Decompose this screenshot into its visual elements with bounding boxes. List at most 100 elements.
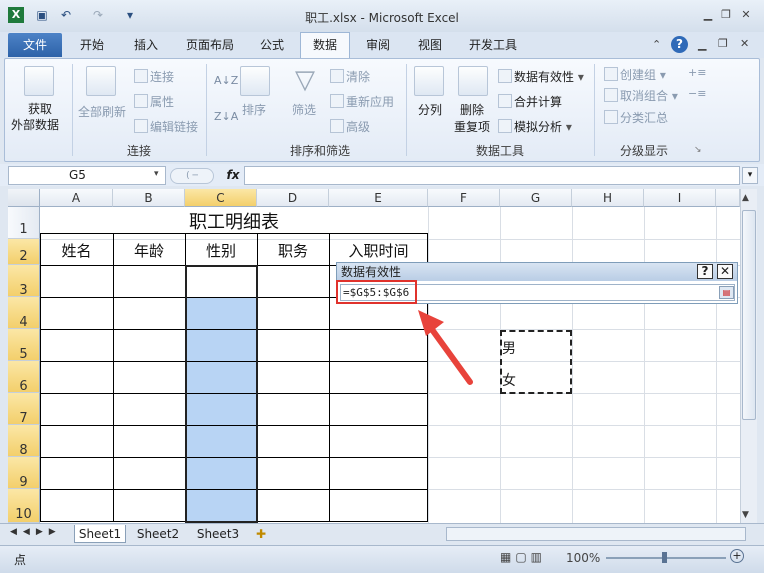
gridline (644, 207, 645, 523)
row-header-5[interactable]: 5 (8, 329, 40, 362)
connections-icon (134, 69, 148, 83)
tab-insert[interactable]: 插入 (124, 33, 168, 57)
row-header-6[interactable]: 6 (8, 361, 40, 394)
get-external-data-button[interactable]: 获取 (28, 100, 52, 117)
insert-sheet-icon[interactable]: ✚ (252, 525, 270, 543)
what-if-button[interactable]: 模拟分析 ▾ (498, 118, 572, 135)
remove-duplicates-button[interactable]: 删除 (460, 101, 484, 118)
insert-function-button[interactable]: fx (222, 166, 244, 185)
zoom-slider-thumb[interactable] (662, 552, 667, 563)
reapply-button[interactable]: 重新应用 (330, 93, 394, 110)
group-button[interactable]: 创建组 ▾ (604, 66, 666, 83)
ribbon-minimize-icon[interactable]: ▁ (698, 38, 706, 51)
name-box[interactable]: G5 (8, 166, 166, 185)
sheet-tab-1[interactable]: Sheet1 (74, 525, 126, 543)
tab-home[interactable]: 开始 (72, 33, 112, 57)
column-header-e[interactable]: E (329, 189, 428, 207)
red-arrow-annotation (418, 310, 473, 385)
tab-developer[interactable]: 开发工具 (462, 33, 524, 57)
sort-asc-icon[interactable]: A↓Z (214, 74, 238, 87)
dialog-help-button[interactable]: ? (697, 264, 713, 279)
sheet-tab-3[interactable]: Sheet3 (190, 525, 246, 543)
hide-detail-icon[interactable]: −≡ (688, 87, 706, 100)
filter-icon: ▽ (295, 65, 315, 95)
header-cell-name[interactable]: 姓名 (40, 240, 113, 261)
help-icon[interactable]: ? (671, 36, 688, 53)
row-header-10[interactable]: 10 (8, 489, 40, 523)
outline-launcher-icon[interactable]: ↘ (694, 145, 702, 155)
tab-file[interactable]: 文件 (8, 33, 62, 57)
column-header-next[interactable] (716, 189, 740, 207)
properties-button[interactable]: 属性 (134, 93, 174, 110)
advanced-button[interactable]: 高级 (330, 118, 370, 135)
ribbon-restore-icon[interactable]: ❐ (718, 37, 728, 50)
column-header-b[interactable]: B (113, 189, 185, 207)
dialog-close-button[interactable]: ✕ (717, 264, 733, 279)
column-header-d[interactable]: D (257, 189, 329, 207)
header-cell-position[interactable]: 职务 (257, 240, 329, 261)
ungroup-button[interactable]: 取消组合 ▾ (604, 87, 678, 104)
name-box-dropdown-icon[interactable]: ▾ (154, 169, 159, 179)
group-icon (604, 67, 618, 81)
column-header-c[interactable]: C (185, 189, 257, 207)
remove-duplicates-label: 重复项 (454, 120, 491, 134)
sheet-title-cell[interactable]: 职工明细表 (40, 208, 428, 234)
row-header-3[interactable]: 3 (8, 265, 40, 298)
restore-button[interactable]: ❐ (718, 8, 734, 22)
zoom-level[interactable]: 100% (566, 551, 600, 565)
column-header-g[interactable]: G (500, 189, 572, 207)
subtotal-icon (604, 110, 618, 124)
connections-button[interactable]: 连接 (134, 68, 174, 85)
zoom-in-icon[interactable]: + (730, 549, 744, 563)
row-header-9[interactable]: 9 (8, 457, 40, 490)
minimize-button[interactable]: ▁ (700, 8, 716, 22)
column-header-a[interactable]: A (40, 189, 113, 207)
refresh-all-button[interactable]: 全部刷新 (78, 103, 126, 120)
scroll-down-icon[interactable]: ▼ (742, 510, 749, 520)
scrollbar-thumb[interactable] (742, 210, 756, 420)
show-detail-icon[interactable]: +≡ (688, 66, 706, 79)
tab-page-layout[interactable]: 页面布局 (180, 33, 240, 57)
data-validation-button[interactable]: 数据有效性 ▾ (498, 68, 584, 85)
select-all-corner[interactable] (8, 189, 40, 207)
tab-view[interactable]: 视图 (410, 33, 450, 57)
sort-desc-icon[interactable]: Z↓A (214, 110, 238, 123)
get-external-data-label[interactable]: 外部数据 (11, 116, 59, 133)
header-cell-age[interactable]: 年龄 (113, 240, 185, 261)
table-border (40, 233, 41, 522)
clear-button[interactable]: 清除 (330, 68, 370, 85)
column-header-h[interactable]: H (572, 189, 644, 207)
tab-review[interactable]: 审阅 (358, 33, 398, 57)
ribbon-close-icon[interactable]: ✕ (740, 37, 749, 50)
column-header-f[interactable]: F (428, 189, 500, 207)
refresh-all-icon (86, 66, 116, 96)
tab-data[interactable]: 数据 (300, 32, 350, 59)
view-buttons-icon[interactable]: ▦▢▥ (500, 550, 546, 564)
header-cell-gender[interactable]: 性别 (185, 240, 257, 261)
tab-formulas[interactable]: 公式 (250, 33, 294, 57)
data-validation-icon (498, 69, 512, 83)
header-cell-hire-date[interactable]: 入职时间 (329, 240, 428, 261)
column-header-i[interactable]: I (644, 189, 716, 207)
formula-input[interactable] (244, 166, 740, 185)
expand-dialog-icon[interactable]: ▤ (719, 286, 734, 299)
collapse-ribbon-icon[interactable]: ⌃ (652, 38, 661, 51)
expand-formula-bar-icon[interactable]: ▾ (742, 167, 758, 184)
row-header-2[interactable]: 2 (8, 239, 40, 265)
edit-links-button[interactable]: 编辑链接 (134, 118, 198, 135)
scroll-up-icon[interactable]: ▲ (742, 193, 749, 203)
horizontal-scrollbar[interactable] (446, 527, 746, 541)
subtotal-button[interactable]: 分类汇总 (604, 109, 668, 126)
row-header-1[interactable]: 1 (8, 207, 40, 239)
row-header-8[interactable]: 8 (8, 425, 40, 458)
consolidate-button[interactable]: 合并计算 (498, 93, 562, 110)
close-window-button[interactable]: ✕ (738, 8, 754, 22)
sheet-tab-2[interactable]: Sheet2 (130, 525, 186, 543)
highlight-box (336, 280, 417, 304)
row-header-7[interactable]: 7 (8, 393, 40, 426)
sort-button[interactable]: 排序 (242, 101, 266, 118)
filter-button[interactable]: 筛选 (292, 101, 316, 118)
row-header-4[interactable]: 4 (8, 297, 40, 330)
sheet-nav-icon[interactable]: ◀◀▶▶ (10, 527, 62, 537)
text-to-columns-button[interactable]: 分列 (418, 101, 442, 118)
